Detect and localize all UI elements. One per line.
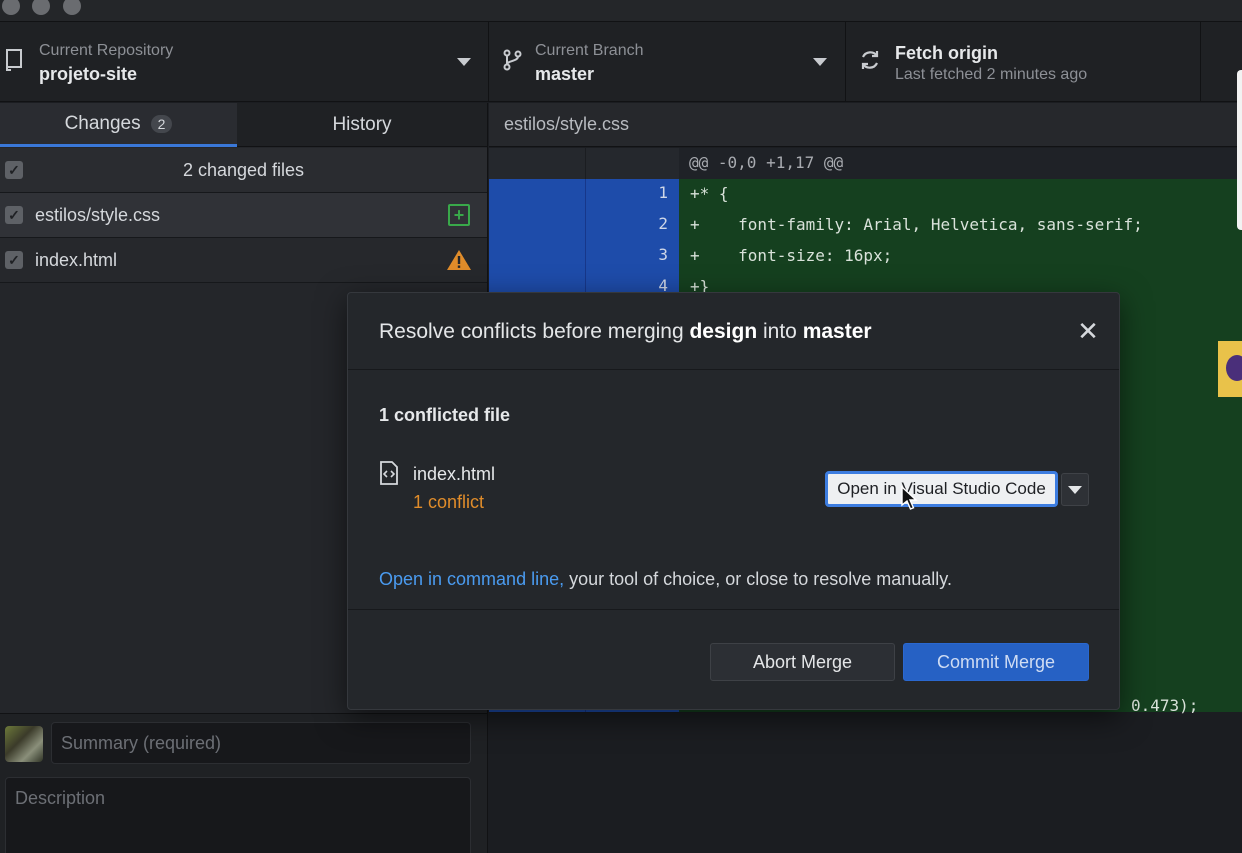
conflicted-files-header: 1 conflicted file <box>379 405 511 425</box>
open-in-editor-button[interactable]: Open in Visual Studio Code <box>825 471 1058 507</box>
mouse-cursor-icon <box>901 486 918 510</box>
dialog-footer: Abort Merge Commit Merge <box>348 609 1119 709</box>
conflict-count: 1 conflict <box>413 492 485 512</box>
commit-merge-button[interactable]: Commit Merge <box>903 643 1089 681</box>
close-icon[interactable]: ✕ <box>1076 318 1100 344</box>
editor-options-dropdown[interactable] <box>1061 473 1089 506</box>
target-branch: master <box>802 320 872 343</box>
open-command-line-link[interactable]: Open in command line, <box>379 569 564 589</box>
dialog-header: Resolve conflicts before merging design … <box>348 293 1119 370</box>
modal-overlay: Resolve conflicts before merging design … <box>0 0 1242 853</box>
file-code-icon <box>380 461 398 485</box>
abort-merge-button[interactable]: Abort Merge <box>710 643 895 681</box>
source-branch: design <box>689 320 758 343</box>
conflicted-file-name: index.html <box>413 464 496 484</box>
merge-conflicts-dialog: Resolve conflicts before merging design … <box>347 292 1120 710</box>
dialog-title: Resolve conflicts before merging design … <box>379 320 872 343</box>
resolve-hint: Open in command line, your tool of choic… <box>379 569 952 589</box>
